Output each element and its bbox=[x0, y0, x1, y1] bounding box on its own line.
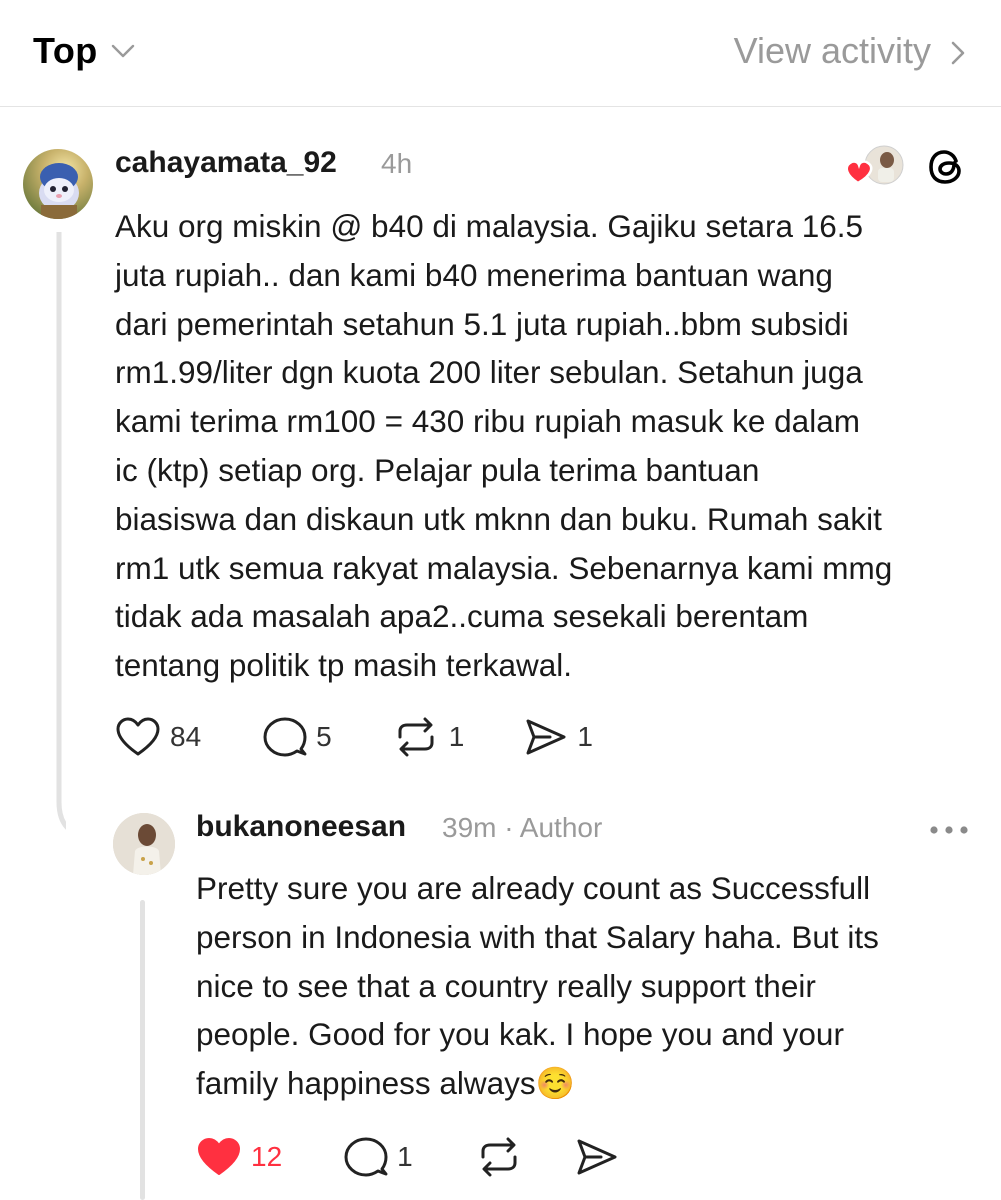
like-button[interactable]: 12 bbox=[196, 1137, 282, 1177]
avatar[interactable] bbox=[23, 149, 93, 219]
post-username[interactable]: cahayamata_92 bbox=[115, 146, 337, 180]
post-body-line: rm1.99/liter dgn kuota 200 liter sebulan… bbox=[115, 354, 863, 391]
person-avatar-icon bbox=[113, 813, 175, 875]
post-body-line: tidak ada masalah apa2..cuma sesekali be… bbox=[115, 598, 809, 635]
comment-count: 1 bbox=[397, 1141, 413, 1172]
view-activity-link[interactable]: View activity bbox=[734, 30, 931, 72]
thread-connector bbox=[140, 900, 145, 1200]
post-timestamp: 4h bbox=[381, 148, 413, 179]
share-count: 1 bbox=[577, 721, 593, 752]
post-body-line: rm1 utk semua rakyat malaysia. Sebenarny… bbox=[115, 549, 893, 586]
reply-body-line: nice to see that a country really suppor… bbox=[196, 967, 816, 1004]
post-body-line: kami terima rm100 = 430 ribu rupiah masu… bbox=[115, 403, 860, 440]
post-body-line: Aku org miskin @ b40 di malaysia. Gajiku… bbox=[115, 208, 864, 244]
bunny-avatar-icon bbox=[39, 163, 79, 219]
sort-dropdown-label[interactable]: Top bbox=[33, 30, 98, 72]
avatar[interactable] bbox=[113, 813, 175, 875]
repost-button[interactable] bbox=[475, 1137, 523, 1177]
comment-count: 5 bbox=[316, 721, 332, 752]
reply-body-line: family happiness always☺️ bbox=[196, 1065, 575, 1102]
share-button[interactable]: 1 bbox=[524, 717, 593, 757]
post-body-line: biasiswa dan diskaun utk mknn dan buku. … bbox=[115, 500, 882, 537]
post-body-line: ic (ktp) setiap org. Pelajar pula terima… bbox=[115, 451, 760, 488]
post-body: Aku org miskin @ b40 di malaysia. Gajiku… bbox=[115, 202, 985, 690]
reply-body-line: person in Indonesia with that Salary hah… bbox=[196, 918, 879, 955]
comment-icon bbox=[263, 717, 307, 757]
liked-by-author-badge[interactable] bbox=[842, 145, 908, 193]
post-body-line: tentang politik tp masih terkawal. bbox=[115, 647, 572, 684]
header-divider bbox=[0, 106, 1001, 107]
heart-icon bbox=[116, 717, 160, 756]
like-count: 12 bbox=[251, 1141, 283, 1172]
post-body-line: juta rupiah.. dan kami b40 menerima bant… bbox=[115, 256, 833, 293]
comment-icon bbox=[344, 1137, 388, 1177]
repost-icon bbox=[481, 1137, 517, 1177]
reply-body-line: people. Good for you kak. I hope you and… bbox=[196, 1016, 844, 1053]
threads-logo-icon[interactable] bbox=[926, 146, 968, 188]
more-icon[interactable] bbox=[928, 824, 970, 836]
comment-button[interactable]: 1 bbox=[344, 1136, 413, 1178]
share-icon bbox=[526, 719, 566, 755]
like-count: 84 bbox=[170, 721, 202, 752]
post-actions: 84 5 1 1 bbox=[115, 716, 593, 758]
thread-connector bbox=[56, 232, 66, 830]
heart-icon bbox=[198, 1138, 240, 1175]
share-icon bbox=[577, 1139, 617, 1175]
repost-count: 1 bbox=[448, 721, 465, 752]
share-button[interactable] bbox=[575, 1137, 619, 1177]
like-button[interactable]: 84 bbox=[115, 717, 201, 757]
reply-body: Pretty sure you are already count as Suc… bbox=[196, 864, 986, 1108]
post-body-line: dari pemerintah setahun 5.1 juta rupiah.… bbox=[115, 305, 849, 342]
chevron-down-icon[interactable] bbox=[108, 38, 138, 62]
reply-body-line: Pretty sure you are already count as Suc… bbox=[196, 870, 871, 906]
comment-button[interactable]: 5 bbox=[263, 716, 332, 758]
repost-icon bbox=[398, 717, 434, 757]
reply-meta: 39m · Author bbox=[442, 812, 603, 843]
repost-button[interactable]: 1 bbox=[392, 717, 465, 757]
chevron-right-icon[interactable] bbox=[947, 38, 969, 68]
reply-actions: 12 1 bbox=[196, 1136, 619, 1178]
reply-username[interactable]: bukanoneesan bbox=[196, 810, 406, 844]
